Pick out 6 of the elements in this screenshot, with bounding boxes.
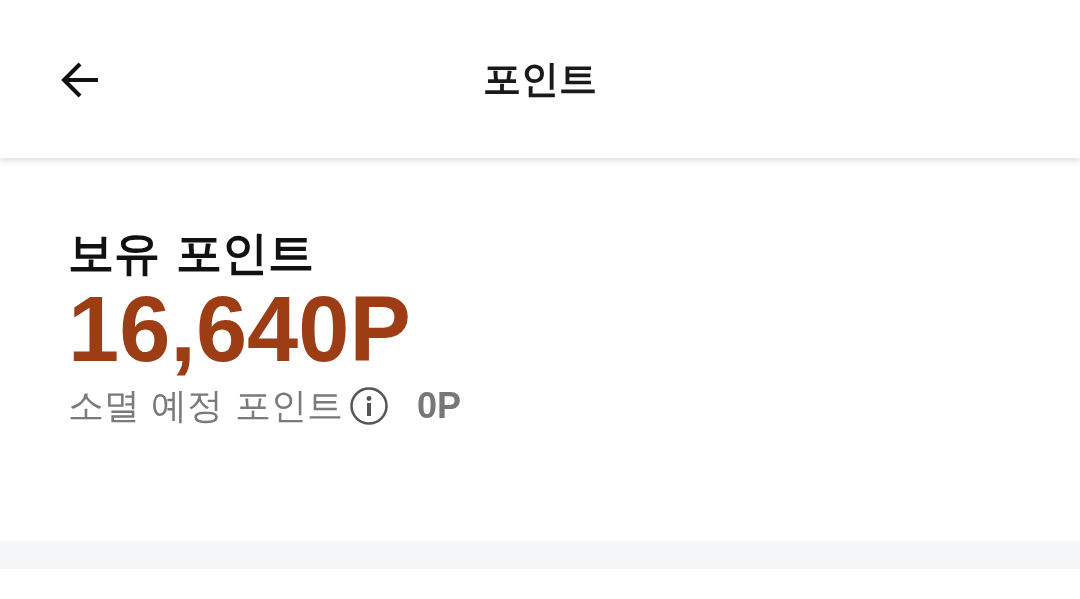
balance-amount: 16,640P xyxy=(68,281,412,378)
expiring-amount: 0P xyxy=(416,385,461,428)
page-title: 포인트 xyxy=(483,55,597,103)
expiring-label: 소멸 예정 포인트 xyxy=(68,383,343,428)
balance-label: 보유 포인트 xyxy=(68,226,315,282)
info-icon[interactable] xyxy=(348,386,389,427)
